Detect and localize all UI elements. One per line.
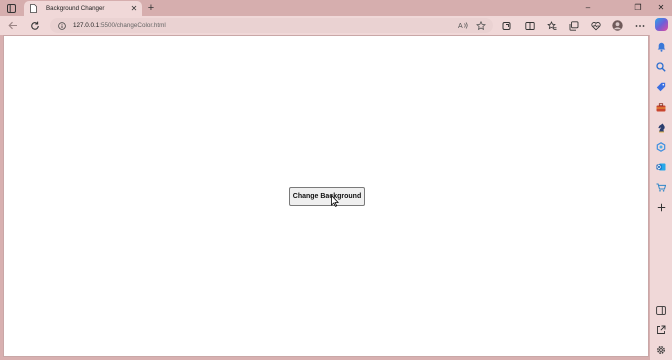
puzzle-icon — [502, 21, 511, 30]
plus-icon[interactable] — [655, 201, 667, 213]
avatar — [611, 20, 623, 31]
url-host: 127.0.0.1 — [73, 22, 100, 29]
profile-button[interactable] — [610, 19, 624, 32]
browser-toolbar: 127.0.0.1:5500/changeColor.html A — [0, 16, 672, 35]
edge-sidebar — [650, 35, 672, 360]
search-icon[interactable] — [655, 61, 667, 73]
bell-icon[interactable] — [655, 41, 667, 53]
info-icon[interactable] — [58, 21, 66, 30]
restore-button[interactable]: ❐ — [627, 1, 649, 15]
more-menu-button[interactable] — [633, 19, 647, 32]
url-text[interactable]: 127.0.0.1:5500/changeColor.html — [73, 22, 457, 29]
tab-close-button[interactable]: ✕ — [128, 3, 140, 15]
active-tab[interactable]: Background Changer ✕ — [24, 1, 142, 16]
minimize-button[interactable]: – — [577, 1, 599, 15]
outlook-icon[interactable] — [655, 161, 667, 173]
heart-pulse-icon — [591, 21, 601, 30]
toolbox-icon[interactable] — [655, 101, 667, 113]
svg-text:A: A — [458, 23, 463, 30]
external-link-icon[interactable] — [655, 324, 667, 336]
back-button[interactable] — [6, 19, 20, 32]
tag-icon[interactable] — [655, 81, 667, 93]
title-bar: Background Changer ✕ + – ❐ ✕ — [0, 0, 672, 16]
url-path: :5500/changeColor.html — [99, 22, 166, 29]
page-viewport: Change Background — [3, 35, 649, 357]
reload-button[interactable] — [28, 19, 42, 32]
address-bar[interactable]: 127.0.0.1:5500/changeColor.html A — [50, 18, 493, 33]
split-screen-button[interactable] — [523, 19, 537, 32]
back-arrow-icon — [8, 21, 17, 30]
reload-icon — [31, 21, 39, 30]
hide-sidebar-icon[interactable] — [655, 304, 667, 316]
collections-icon — [569, 20, 579, 31]
read-aloud-icon[interactable]: A — [457, 20, 469, 32]
tab-actions-button[interactable] — [4, 2, 18, 14]
new-tab-button[interactable]: + — [145, 2, 157, 14]
ellipsis-icon — [635, 24, 645, 27]
collections-button[interactable] — [567, 19, 581, 32]
extensions-button[interactable] — [500, 19, 514, 32]
change-background-button[interactable]: Change Background — [289, 187, 365, 206]
favorites-icon — [547, 20, 557, 30]
mouse-cursor-icon — [331, 195, 339, 207]
copilot-icon[interactable] — [655, 18, 668, 31]
split-screen-icon — [525, 21, 535, 30]
favorites-button[interactable] — [545, 19, 559, 32]
tab-title: Background Changer — [46, 5, 105, 12]
shopping-icon[interactable] — [655, 181, 667, 193]
page-icon — [30, 4, 39, 14]
browser-essentials-button[interactable] — [589, 19, 603, 32]
close-window-button[interactable]: ✕ — [650, 1, 672, 15]
tab-actions-icon — [6, 3, 16, 13]
star-icon[interactable] — [475, 20, 487, 32]
chess-icon[interactable] — [655, 121, 667, 133]
copilot-app-icon[interactable] — [655, 141, 667, 153]
settings-gear-icon[interactable] — [655, 344, 667, 356]
